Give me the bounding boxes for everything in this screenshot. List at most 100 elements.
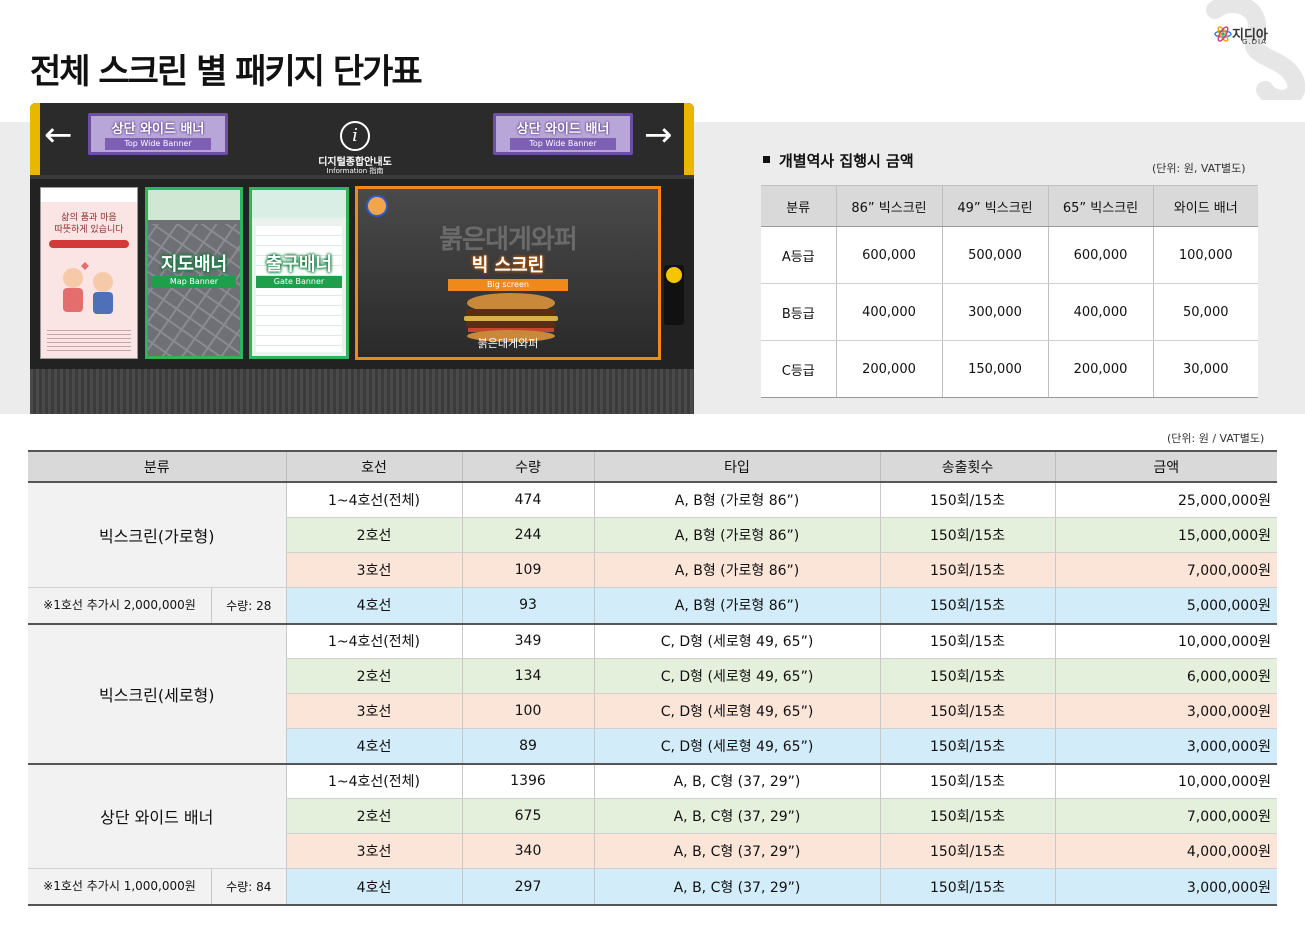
small-table-title: 개별역사 집행시 금액 xyxy=(763,150,914,171)
table-row: A등급 600,000 500,000 600,000 100,000 xyxy=(761,226,1258,284)
type-cell: C, D형 (세로형 49, 65”) xyxy=(593,693,880,729)
gate-banner-sub: Gate Banner xyxy=(256,276,342,288)
type-cell: A, B형 (가로형 86”) xyxy=(593,587,880,625)
column-header: 호선 xyxy=(285,450,462,483)
category-cell: 빅스크린(세로형) xyxy=(28,623,286,765)
amount-cell: 7,000,000원 xyxy=(1054,798,1277,834)
price-cell: 200,000 xyxy=(1047,340,1153,398)
type-cell: A, B, C형 (37, 29”) xyxy=(593,798,880,834)
amount-cell: 25,000,000원 xyxy=(1054,482,1277,518)
grade-cell: A등급 xyxy=(761,226,836,284)
package-price-table: 분류 호선 수량 타입 송출횟수 금액 빅스크린(가로형) 1~4호선(전체) … xyxy=(28,450,1277,906)
table-row: 상단 와이드 배너 1~4호선(전체) 1396 A, B, C형 (37, 2… xyxy=(28,763,1277,869)
line-cell: 2호선 xyxy=(285,798,462,834)
broadcast-cell: 150회/15초 xyxy=(879,517,1055,553)
line-cell: 2호선 xyxy=(285,658,462,694)
note-cell: ※1호선 추가시 2,000,000원 수량: 28 xyxy=(28,586,286,625)
type-cell: C, D형 (세로형 49, 65”) xyxy=(593,623,880,659)
poster-text-2: 따뜻하게 있습니다 xyxy=(54,225,124,235)
poster-text-1: 삶의 품과 마음 xyxy=(61,213,117,223)
big-screen-sub: Big screen xyxy=(448,279,568,291)
quantity-cell: 89 xyxy=(461,728,594,765)
table-row: ※1호선 추가시 1,000,000원 수량: 84 4호선 297 A, B,… xyxy=(28,868,1277,906)
gate-banner-panel: 출구배너 Gate Banner xyxy=(249,187,349,359)
amount-cell: 5,000,000원 xyxy=(1054,587,1277,625)
quantity-cell: 244 xyxy=(461,517,594,553)
note-quantity: 수량: 84 xyxy=(226,880,272,894)
side-device xyxy=(664,265,684,325)
table-row: 빅스크린(가로형) 1~4호선(전체) 474 A, B형 (가로형 86”) … xyxy=(28,482,1277,587)
kiosk-base xyxy=(30,369,694,414)
amount-cell: 3,000,000원 xyxy=(1054,728,1277,765)
small-table-unit: (단위: 원, VAT별도) xyxy=(1152,162,1246,175)
column-header: 와이드 배너 xyxy=(1152,185,1258,227)
price-cell: 400,000 xyxy=(835,283,942,341)
line-cell: 1~4호선(전체) xyxy=(285,623,462,659)
kiosk-side-strip-right xyxy=(684,103,694,175)
line-cell: 1~4호선(전체) xyxy=(285,482,462,518)
amount-cell: 3,000,000원 xyxy=(1054,868,1277,906)
table-row: B등급 400,000 300,000 400,000 50,000 xyxy=(761,283,1258,341)
broadcast-cell: 150회/15초 xyxy=(879,658,1055,694)
line-cell: 1~4호선(전체) xyxy=(285,763,462,799)
big-screen-footer: 붉은대게와퍼 xyxy=(477,337,539,350)
broadcast-cell: 150회/15초 xyxy=(879,623,1055,659)
price-cell: 500,000 xyxy=(941,226,1048,284)
line-cell: 3호선 xyxy=(285,552,462,588)
column-header: 타입 xyxy=(593,450,880,483)
broadcast-cell: 150회/15초 xyxy=(879,482,1055,518)
quantity-cell: 109 xyxy=(461,552,594,588)
type-cell: C, D형 (세로형 49, 65”) xyxy=(593,658,880,694)
price-cell: 50,000 xyxy=(1152,283,1258,341)
broadcast-cell: 150회/15초 xyxy=(879,693,1055,729)
arrow-right-icon: → xyxy=(644,115,673,155)
info-subtitle: Information 指南 xyxy=(326,167,384,175)
type-cell: A, B, C형 (37, 29”) xyxy=(593,868,880,906)
column-header: 분류 xyxy=(761,185,836,227)
wide-banner-label: 상단 와이드 배너 xyxy=(516,122,610,137)
price-cell: 150,000 xyxy=(941,340,1048,398)
big-screen-panel: 붉은대게와퍼 빅 스크린 Big screen 붉은대게와퍼 xyxy=(355,186,661,360)
wide-banner-right: 상단 와이드 배너 Top Wide Banner xyxy=(493,113,633,155)
broadcast-cell: 150회/15초 xyxy=(879,587,1055,625)
price-cell: 400,000 xyxy=(1047,283,1153,341)
line-cell: 3호선 xyxy=(285,833,462,869)
kiosk-illustration: ← → 상단 와이드 배너 Top Wide Banner 상단 와이드 배너 … xyxy=(30,103,694,414)
quantity-cell: 297 xyxy=(461,868,594,906)
amount-cell: 3,000,000원 xyxy=(1054,693,1277,729)
amount-cell: 4,000,000원 xyxy=(1054,833,1277,869)
big-screen-label: 빅 스크린 xyxy=(471,255,545,276)
broadcast-cell: 150회/15초 xyxy=(879,833,1055,869)
table-row: 빅스크린(세로형) 1~4호선(전체) 349 C, D형 (세로형 49, 6… xyxy=(28,623,1277,765)
quantity-cell: 1396 xyxy=(461,763,594,799)
column-header: 금액 xyxy=(1054,450,1277,483)
quantity-cell: 474 xyxy=(461,482,594,518)
price-cell: 30,000 xyxy=(1152,340,1258,398)
quantity-cell: 100 xyxy=(461,693,594,729)
wide-banner-label: 상단 와이드 배너 xyxy=(111,122,205,137)
line-cell: 3호선 xyxy=(285,693,462,729)
logo-swirl-graphic xyxy=(1206,0,1305,100)
column-header: 수량 xyxy=(461,450,594,483)
quantity-cell: 340 xyxy=(461,833,594,869)
amount-cell: 7,000,000원 xyxy=(1054,552,1277,588)
table-row: ※1호선 추가시 2,000,000원 수량: 28 4호선 93 A, B형 … xyxy=(28,586,1277,625)
type-cell: C, D형 (세로형 49, 65”) xyxy=(593,728,880,765)
price-cell: 300,000 xyxy=(941,283,1048,341)
note-text: ※1호선 추가시 1,000,000원 xyxy=(28,869,212,904)
note-cell: ※1호선 추가시 1,000,000원 수량: 84 xyxy=(28,868,286,906)
amount-cell: 15,000,000원 xyxy=(1054,517,1277,553)
category-cell: 상단 와이드 배너 xyxy=(28,763,286,869)
column-header: 65” 빅스크린 xyxy=(1047,185,1153,227)
burger-logo-icon xyxy=(366,195,388,217)
logo-subtext: G.DIA xyxy=(1242,38,1267,46)
line-cell: 4호선 xyxy=(285,587,462,625)
main-table-unit: (단위: 원 / VAT별도) xyxy=(1167,432,1265,445)
column-header: 송출횟수 xyxy=(879,450,1055,483)
note-text: ※1호선 추가시 2,000,000원 xyxy=(28,587,212,623)
type-cell: A, B, C형 (37, 29”) xyxy=(593,833,880,869)
note-quantity: 수량: 28 xyxy=(226,598,272,613)
broadcast-cell: 150회/15초 xyxy=(879,728,1055,765)
line-cell: 2호선 xyxy=(285,517,462,553)
wide-banner-sub: Top Wide Banner xyxy=(510,138,616,150)
